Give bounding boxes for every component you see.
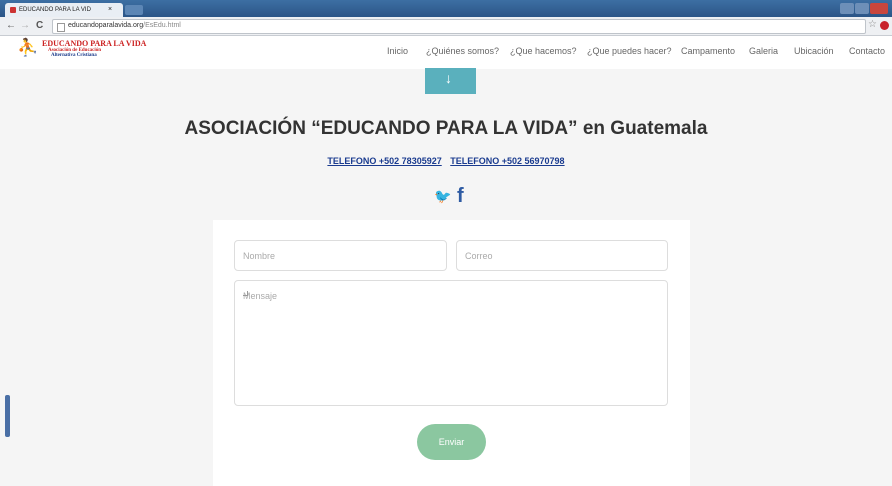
logo-figure-icon: ⛹ xyxy=(17,38,39,57)
send-button[interactable]: Enviar xyxy=(417,424,486,460)
url-text: educandoparalavida.org/EsEdu.html xyxy=(68,22,181,29)
logo-subtitle-2: Alternativa Cristiana xyxy=(51,53,97,58)
url-path: /EsEdu.html xyxy=(143,22,181,29)
browser-titlebar: EDUCANDO PARA LA VID × xyxy=(0,0,892,17)
nav-que-puedes-hacer[interactable]: ¿Que puedes hacer? xyxy=(587,46,672,56)
back-button[interactable]: ← xyxy=(6,20,16,31)
page-title: ASOCIACIÓN “EDUCANDO PARA LA VIDA” en Gu… xyxy=(184,118,708,139)
page-icon xyxy=(57,23,65,32)
phone-link-1[interactable]: TELEFONO +502 78305927 xyxy=(327,156,441,166)
nav-contacto[interactable]: Contacto xyxy=(849,46,885,56)
bookmark-star-icon[interactable]: ☆ xyxy=(868,19,877,30)
new-tab-button[interactable] xyxy=(125,5,143,15)
nav-campamento[interactable]: Campamento xyxy=(681,46,735,56)
message-placeholder: Mensaje xyxy=(243,291,278,301)
tab-title: EDUCANDO PARA LA VID xyxy=(19,7,91,13)
resize-handle-icon[interactable] xyxy=(243,291,248,296)
address-bar[interactable]: educandoparalavida.org/EsEdu.html xyxy=(52,19,866,34)
facebook-icon[interactable]: f xyxy=(457,185,464,208)
site-logo[interactable]: ⛹ EDUCANDO PARA LA VIDA Asociación de Ed… xyxy=(17,38,146,66)
nav-galeria[interactable]: Galeria xyxy=(749,46,778,56)
side-panel-handle[interactable] xyxy=(5,395,10,437)
scroll-down-tab[interactable]: ↓ xyxy=(425,68,476,94)
arrow-down-icon: ↓ xyxy=(445,70,452,86)
nav-inicio[interactable]: Inicio xyxy=(387,46,408,56)
maximize-button[interactable] xyxy=(855,3,869,14)
contact-form: Nombre Correo Mensaje Enviar xyxy=(213,220,690,486)
close-window-button[interactable] xyxy=(870,3,888,14)
favicon-icon xyxy=(10,7,16,13)
minimize-button[interactable] xyxy=(840,3,854,14)
nav-ubicacion[interactable]: Ubicación xyxy=(794,46,834,56)
nav-que-hacemos[interactable]: ¿Que hacemos? xyxy=(510,46,577,56)
phone-links: TELEFONO +502 78305927 TELEFONO +502 569… xyxy=(0,156,892,166)
reload-button[interactable]: C xyxy=(36,20,43,31)
name-placeholder: Nombre xyxy=(243,251,276,261)
logo-title: EDUCANDO PARA LA VIDA xyxy=(42,39,147,48)
phone-link-2[interactable]: TELEFONO +502 56970798 xyxy=(450,156,564,166)
browser-tab[interactable]: EDUCANDO PARA LA VID × xyxy=(5,3,123,17)
name-input[interactable]: Nombre xyxy=(234,240,447,271)
tab-close-icon[interactable]: × xyxy=(108,6,112,13)
url-domain: educandoparalavida.org xyxy=(68,22,144,29)
nav-quienes-somos[interactable]: ¿Quiénes somos? xyxy=(426,46,499,56)
browser-toolbar: ← → C educandoparalavida.org/EsEdu.html … xyxy=(0,17,892,36)
email-input[interactable]: Correo xyxy=(456,240,668,271)
site-header: ⛹ EDUCANDO PARA LA VIDA Asociación de Ed… xyxy=(0,36,892,69)
twitter-icon[interactable]: 🐦 xyxy=(434,188,451,205)
forward-button[interactable]: → xyxy=(20,20,30,31)
email-placeholder: Correo xyxy=(465,251,493,261)
message-textarea[interactable]: Mensaje xyxy=(234,280,668,406)
pinterest-extension-icon[interactable] xyxy=(880,21,889,30)
